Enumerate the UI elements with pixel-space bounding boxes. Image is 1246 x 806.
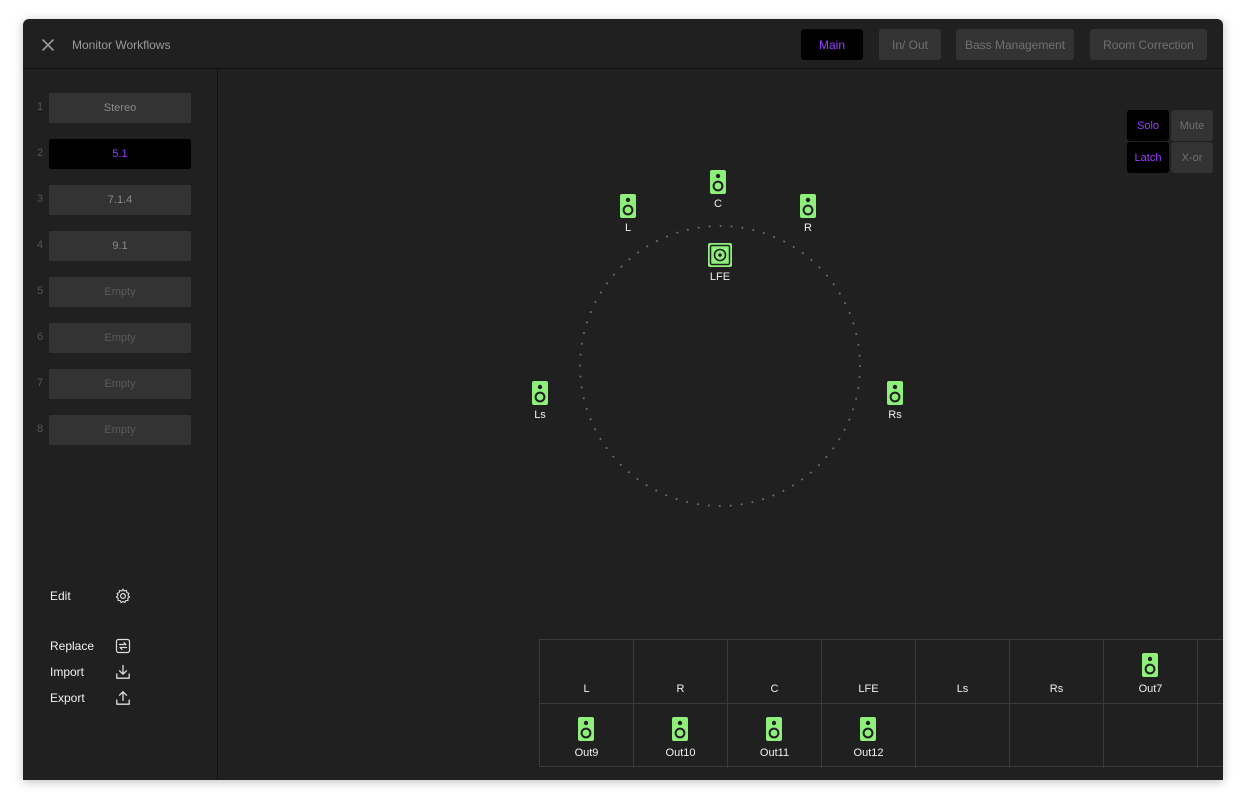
monitor-workflows-window: Monitor Workflows Main In/ Out Bass Mana…: [23, 19, 1223, 780]
preset-number: 3: [37, 193, 44, 205]
output-cell[interactable]: Out11: [728, 704, 822, 768]
output-label: Out11: [759, 747, 790, 759]
preset-number: 5: [37, 285, 44, 297]
speaker-icon: [620, 194, 636, 218]
preset-number: 8: [37, 423, 44, 435]
preset-number: 4: [37, 239, 44, 251]
speaker-icon: [887, 381, 903, 405]
output-label: Out9: [574, 747, 599, 759]
preset-button-empty[interactable]: Empty: [49, 277, 191, 307]
speaker-icon: [800, 194, 816, 218]
replace-icon[interactable]: [115, 638, 131, 654]
speaker-c[interactable]: C: [698, 170, 738, 210]
tab-in-out[interactable]: In/ Out: [879, 29, 941, 60]
speaker-label: C: [714, 198, 722, 210]
output-label: Out8: [1198, 683, 1223, 695]
output-label: R: [676, 683, 685, 695]
output-grid: L R C LFE Ls Rs Out7 Out8 Out9 Out10 Out11 Out12: [539, 639, 1223, 768]
speaker-icon: [532, 381, 548, 405]
output-label: L: [583, 683, 590, 695]
speaker-lfe[interactable]: LFE: [700, 243, 740, 283]
output-cell[interactable]: C: [728, 640, 822, 704]
output-cell[interactable]: Rs: [1010, 640, 1104, 704]
speaker-label: LFE: [709, 271, 731, 283]
speaker-icon: [860, 717, 876, 741]
latch-button[interactable]: Latch: [1127, 142, 1169, 173]
replace-button[interactable]: Replace: [50, 639, 94, 653]
output-label: Out7: [1138, 683, 1163, 695]
output-cell[interactable]: [1104, 704, 1198, 768]
output-cell[interactable]: [1198, 704, 1223, 768]
preset-row: 5 Empty: [23, 277, 218, 307]
tab-bass-management[interactable]: Bass Management: [956, 29, 1074, 60]
speaker-l[interactable]: L: [608, 194, 648, 234]
mute-button[interactable]: Mute: [1171, 110, 1213, 141]
preset-number: 7: [37, 377, 44, 389]
output-cell[interactable]: Out9: [540, 704, 634, 768]
edit-button[interactable]: Edit: [50, 589, 71, 603]
output-label: Out10: [665, 747, 696, 759]
preset-number: 6: [37, 331, 44, 343]
preset-row: 8 Empty: [23, 415, 218, 445]
speaker-r[interactable]: R: [788, 194, 828, 234]
download-icon[interactable]: [115, 664, 131, 680]
output-label: Out12: [853, 747, 884, 759]
output-cell[interactable]: Ls: [916, 640, 1010, 704]
close-icon[interactable]: [41, 38, 55, 52]
preset-row: 6 Empty: [23, 323, 218, 353]
xor-button[interactable]: X-or: [1171, 142, 1213, 173]
speaker-rs[interactable]: Rs: [875, 381, 915, 421]
speaker-label: R: [804, 222, 812, 234]
preset-row: 7 Empty: [23, 369, 218, 399]
preset-button-empty[interactable]: Empty: [49, 415, 191, 445]
preset-row: 1 Stereo: [23, 93, 218, 123]
preset-number: 1: [37, 101, 44, 113]
output-cell[interactable]: L: [540, 640, 634, 704]
output-cell[interactable]: Out10: [634, 704, 728, 768]
speaker-icon: [672, 717, 688, 741]
output-cell[interactable]: Out12: [822, 704, 916, 768]
speaker-icon: [578, 717, 594, 741]
output-cell[interactable]: [916, 704, 1010, 768]
tab-room-correction[interactable]: Room Correction: [1090, 29, 1207, 60]
solo-button[interactable]: Solo: [1127, 110, 1169, 141]
sidebar: 1 Stereo 2 5.1 3 7.1.4 4 9.1 5 Empty 6 E…: [23, 69, 218, 780]
subwoofer-icon: [708, 243, 732, 267]
output-label: LFE: [858, 683, 879, 695]
speaker-icon: [1142, 653, 1158, 677]
output-cell[interactable]: Out7: [1104, 640, 1198, 704]
output-label: C: [770, 683, 779, 695]
preset-row: 2 5.1: [23, 139, 218, 169]
speaker-ls[interactable]: Ls: [520, 381, 560, 421]
speaker-label: Rs: [888, 409, 902, 421]
preset-row: 3 7.1.4: [23, 185, 218, 215]
output-label: Rs: [1049, 683, 1064, 695]
output-cell[interactable]: R: [634, 640, 728, 704]
preset-button-empty[interactable]: Empty: [49, 323, 191, 353]
output-label: Ls: [956, 683, 969, 695]
gear-icon[interactable]: [115, 588, 131, 604]
import-button[interactable]: Import: [50, 665, 84, 679]
output-cell[interactable]: Out8: [1198, 640, 1223, 704]
preset-row: 4 9.1: [23, 231, 218, 261]
tab-main[interactable]: Main: [801, 29, 863, 60]
export-button[interactable]: Export: [50, 691, 85, 705]
preset-button-7-1-4[interactable]: 7.1.4: [49, 185, 191, 215]
speaker-label: L: [624, 222, 632, 234]
preset-number: 2: [37, 147, 44, 159]
title-bar: Monitor Workflows Main In/ Out Bass Mana…: [23, 19, 1223, 69]
speaker-icon: [710, 170, 726, 194]
preset-button-empty[interactable]: Empty: [49, 369, 191, 399]
speaker-label: Ls: [534, 409, 546, 421]
preset-button-5-1[interactable]: 5.1: [49, 139, 191, 169]
preset-button-stereo[interactable]: Stereo: [49, 93, 191, 123]
upload-icon[interactable]: [115, 690, 131, 706]
preset-button-9-1[interactable]: 9.1: [49, 231, 191, 261]
speaker-icon: [766, 717, 782, 741]
output-cell[interactable]: LFE: [822, 640, 916, 704]
output-cell[interactable]: [1010, 704, 1104, 768]
speaker-layout-area: Solo Mute Latch X-or L C R LFE Ls Rs L R…: [219, 69, 1223, 780]
window-title: Monitor Workflows: [72, 38, 171, 52]
